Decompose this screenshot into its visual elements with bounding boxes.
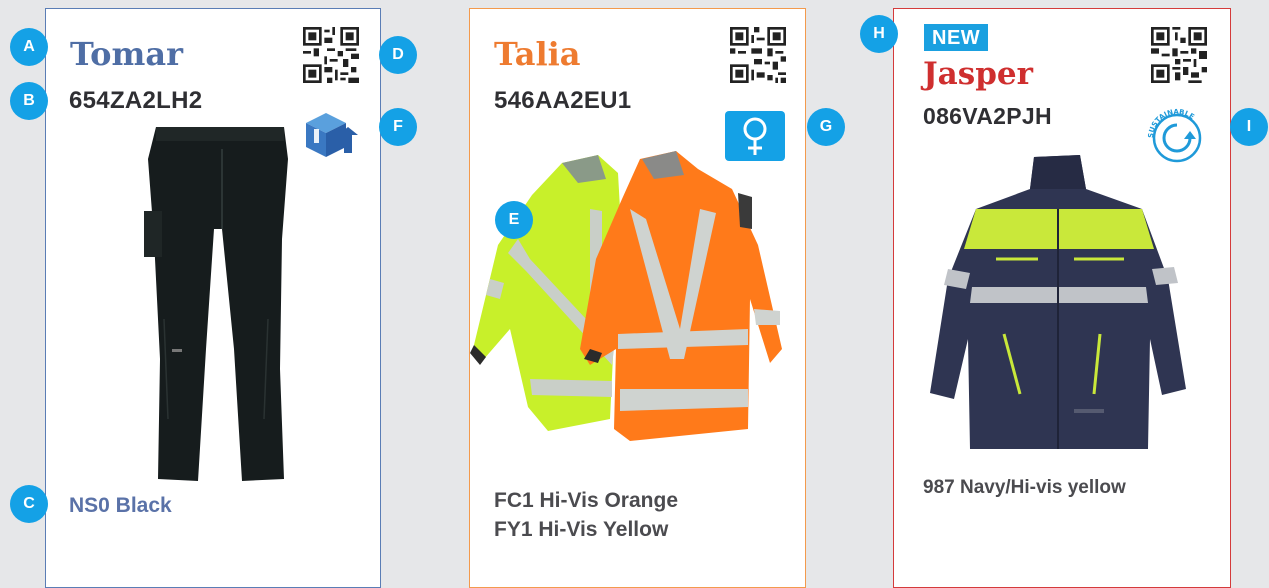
callout-marker: I [1230, 108, 1268, 146]
color-option: FY1 Hi-Vis Yellow [494, 518, 669, 542]
color-options: 987 Navy/Hi-vis yellow [923, 475, 1126, 502]
product-code: 086VA2PJH [923, 103, 1052, 129]
new-badge: NEW [924, 24, 989, 51]
product-code: 546AA2EU1 [494, 87, 632, 114]
product-name: Jasper [923, 56, 1033, 92]
qr-code-icon[interactable] [729, 27, 787, 83]
box-delivery-icon [306, 113, 358, 157]
qr-code-icon[interactable] [1150, 27, 1208, 83]
callout-marker: F [379, 108, 417, 146]
callout-marker: A [10, 28, 48, 66]
callout-marker: E [495, 201, 533, 239]
color-option: 987 Navy/Hi-vis yellow [923, 477, 1126, 498]
qr-code-icon[interactable] [302, 27, 360, 83]
callout-marker: H [860, 15, 898, 53]
callout-marker: G [807, 108, 845, 146]
color-option: NS0 Black [69, 494, 172, 517]
color-option: FC1 Hi-Vis Orange [494, 489, 678, 512]
product-card-tomar[interactable]: Tomar 654ZA2LH2 NS0 Black [45, 8, 381, 588]
callout-marker: C [10, 485, 48, 523]
product-card-talia[interactable]: Talia 546AA2EU1 FC1 Hi-Vis Orange FY1 Hi… [469, 8, 806, 588]
product-image-hi-vis-jackets [470, 151, 782, 441]
product-code: 654ZA2LH2 [69, 87, 203, 114]
color-options: NS0 Black [69, 491, 172, 520]
product-name: Talia [494, 35, 581, 73]
color-options: FC1 Hi-Vis Orange FY1 Hi-Vis Yellow [494, 486, 678, 545]
callout-marker: B [10, 82, 48, 120]
product-image-trousers [144, 127, 288, 481]
callout-marker: D [379, 36, 417, 74]
product-name: Tomar [70, 35, 183, 73]
product-card-jasper[interactable]: NEW Jasper 086VA2PJH SUSTAINABLE 987 Nav… [893, 8, 1231, 588]
product-image-navy-jacket [930, 155, 1186, 449]
